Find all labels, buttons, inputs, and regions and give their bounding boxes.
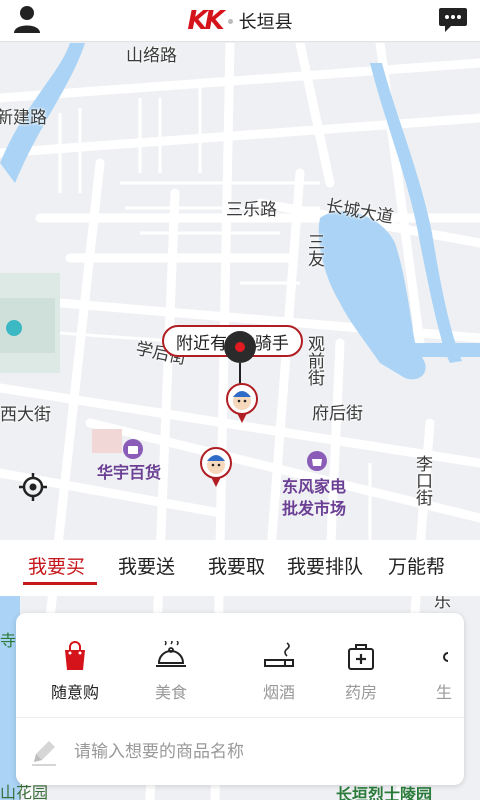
category-item[interactable]: 烟酒 (234, 641, 324, 703)
category-label: 药房 (344, 683, 377, 702)
separator-dot (227, 18, 233, 24)
street-label: 三乐路 (226, 200, 277, 220)
category-item[interactable]: 美食 (126, 641, 216, 703)
category-item[interactable]: 药房 (316, 641, 406, 703)
shopping-poi-icon (123, 439, 143, 459)
street-label: 山络路 (126, 46, 177, 66)
poi-label[interactable]: 批发市场 (282, 495, 346, 519)
top-bar: KK 长垣县 (0, 0, 480, 42)
street-label: 西大街 (0, 405, 51, 425)
shopping-poi-icon (307, 451, 327, 471)
tab-send[interactable]: 我要送 (118, 552, 175, 579)
more-icon (443, 652, 449, 662)
chat-icon[interactable] (438, 6, 468, 34)
city-name[interactable]: 长垣县 (239, 8, 293, 34)
category-label: 生 (435, 683, 452, 702)
cigarette-icon (264, 642, 294, 667)
street-label: 观前街 (304, 335, 324, 386)
app-logo: KK (187, 6, 224, 36)
category-card: 随意购 美食 烟酒 药房 生 (16, 613, 464, 785)
product-search-input[interactable] (74, 734, 444, 770)
category-label: 烟酒 (262, 683, 295, 702)
search-row (16, 718, 464, 785)
street-label: 三友 (304, 233, 324, 267)
shopping-bag-icon (65, 641, 85, 670)
rider-marker-icon[interactable] (198, 443, 238, 491)
category-label: 美食 (154, 683, 187, 702)
location-selector[interactable]: KK 长垣县 (0, 0, 480, 42)
street-label: 李口街 (412, 455, 432, 506)
street-label: 新建路 (0, 108, 47, 128)
tab-universal-help[interactable]: 万能帮 (388, 552, 445, 579)
poi-label[interactable]: 华宇百货 (97, 459, 161, 483)
medicine-box-icon (348, 644, 374, 670)
active-tab-indicator (23, 582, 97, 585)
tab-pickup[interactable]: 我要取 (208, 552, 265, 579)
rider-marker-icon[interactable] (224, 379, 264, 427)
service-tabs: 我要买 我要送 我要取 我要排队 万能帮 (0, 540, 480, 596)
street-label: 府后街 (312, 404, 363, 424)
pencil-icon (32, 741, 56, 766)
tab-buy[interactable]: 我要买 (28, 552, 85, 579)
crosshair-icon[interactable] (18, 472, 48, 502)
food-cloche-icon (156, 641, 186, 667)
category-item[interactable]: 随意购 (30, 641, 120, 703)
category-item[interactable]: 生 (404, 641, 464, 703)
location-pin-icon (224, 331, 256, 385)
poi-label[interactable]: 东风家电 (282, 473, 346, 497)
poi-label[interactable]: 寺 (0, 627, 16, 651)
tab-queue[interactable]: 我要排队 (287, 552, 363, 579)
category-label: 随意购 (50, 683, 99, 702)
